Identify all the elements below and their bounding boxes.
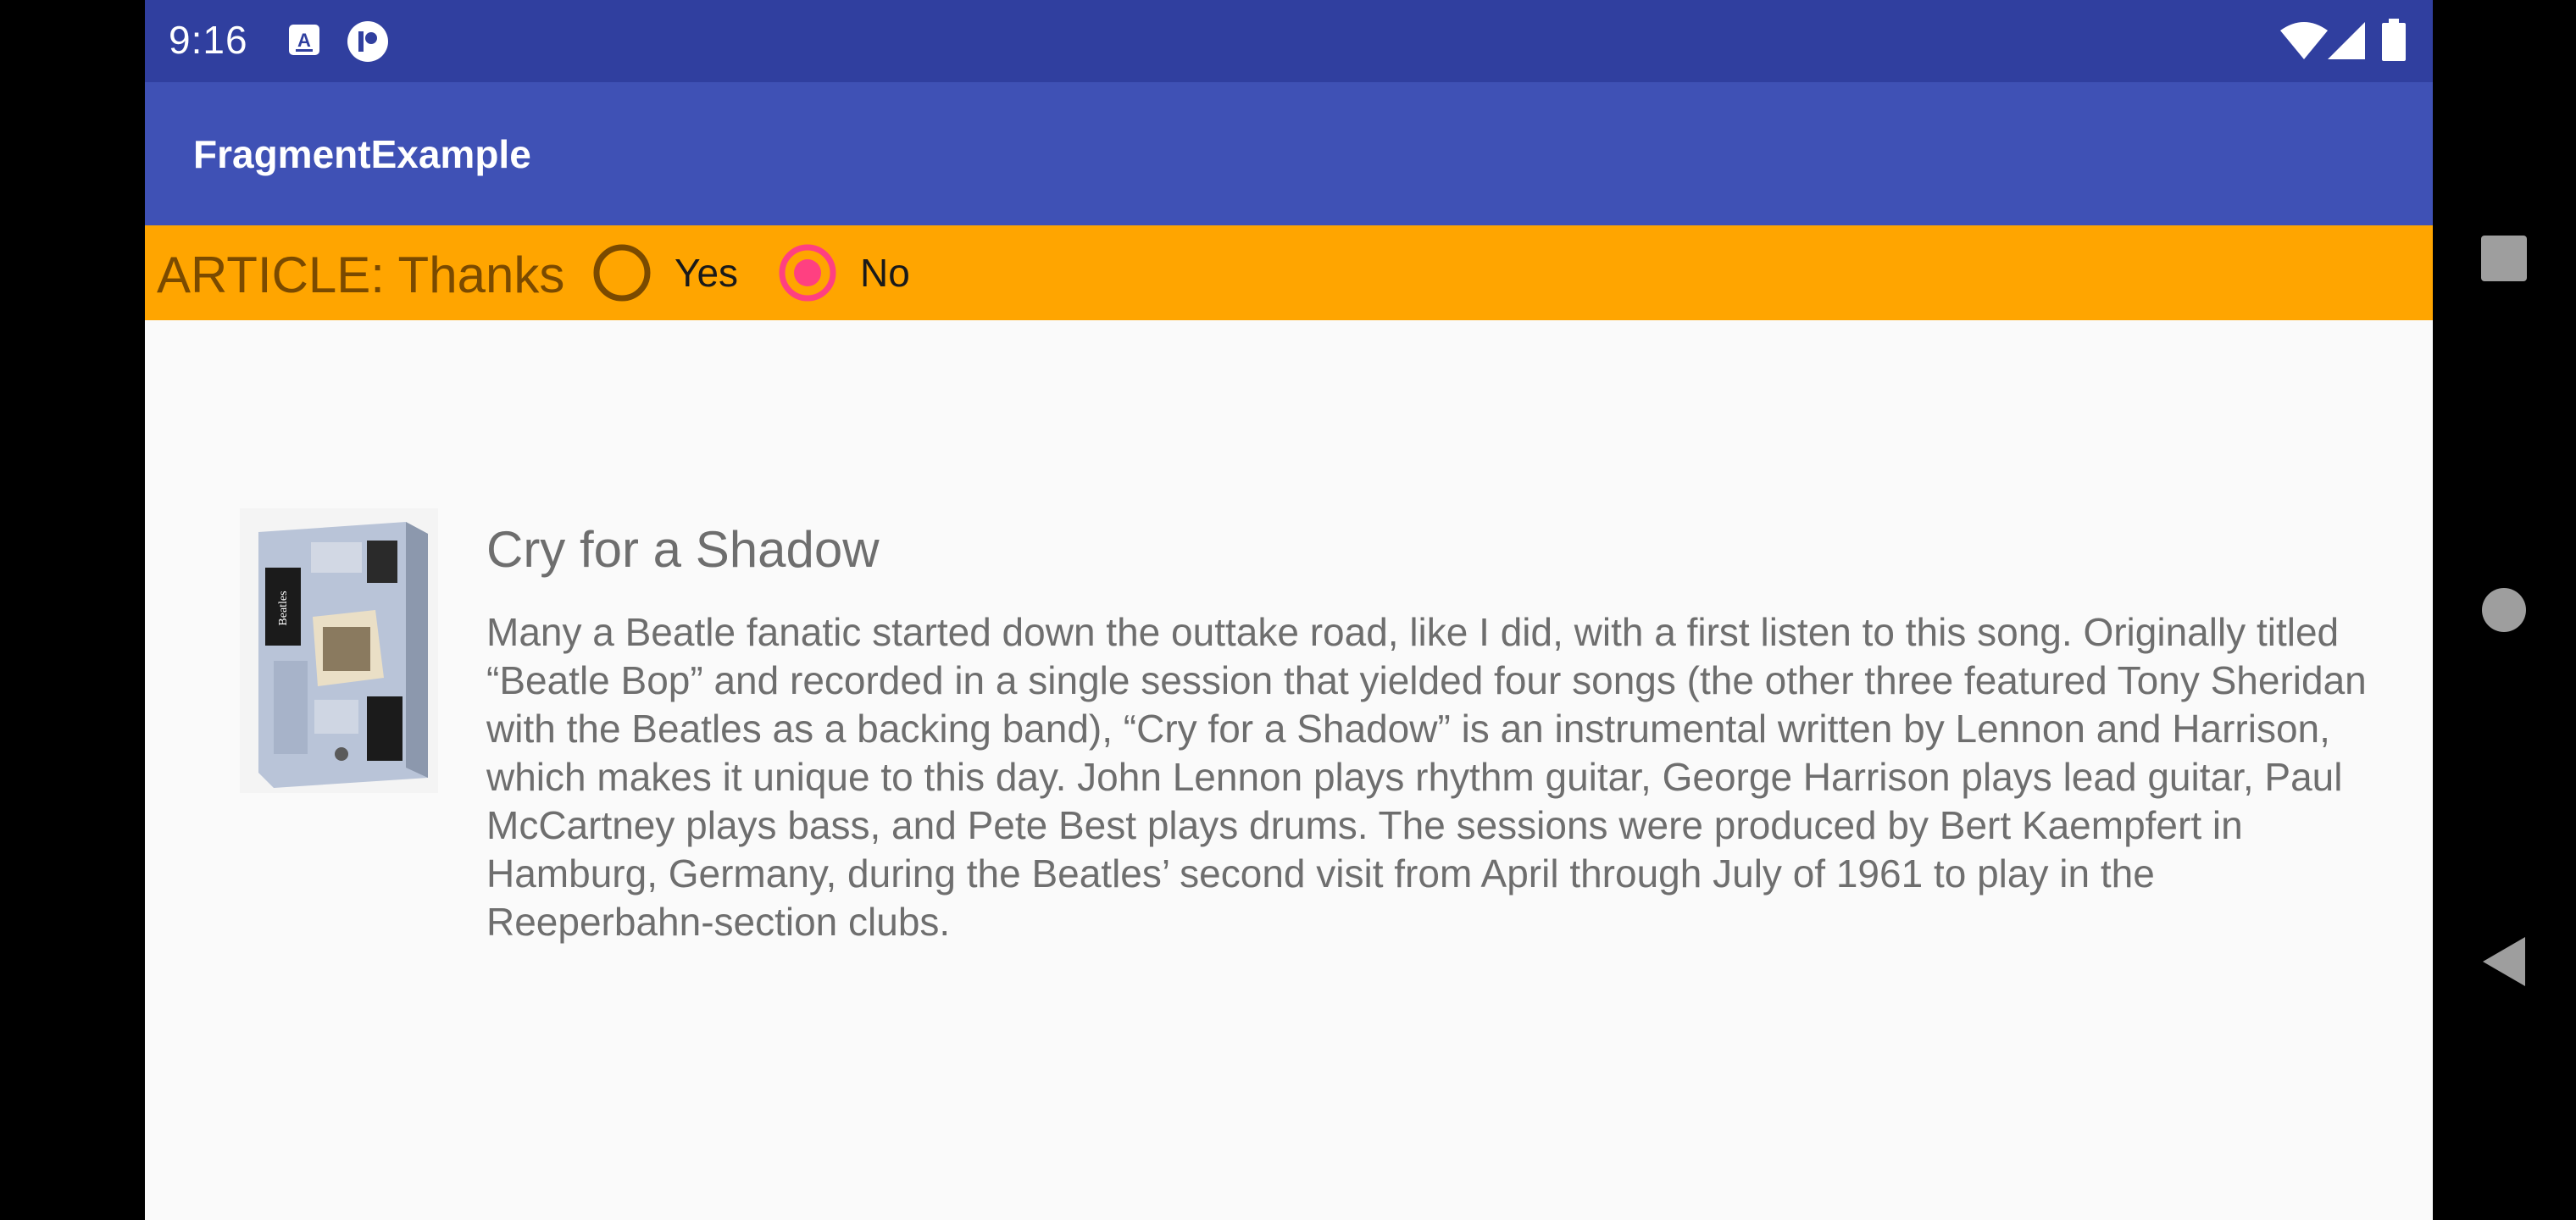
- song-description: Many a Beatle fanatic started down the o…: [486, 610, 2367, 944]
- status-time: 9:16: [169, 18, 248, 62]
- radio-yes-label: Yes: [675, 251, 739, 295]
- status-bar: 9:16 A: [145, 0, 2433, 82]
- svg-text:Beatles: Beatles: [277, 591, 290, 625]
- app-bar: FragmentExample: [145, 82, 2433, 225]
- signal-icon: [2328, 22, 2365, 64]
- radio-checked-icon: [779, 244, 836, 302]
- album-cover-image: Beatles: [240, 508, 438, 793]
- recents-button[interactable]: [2479, 234, 2529, 287]
- back-button[interactable]: [2479, 935, 2529, 992]
- radio-yes[interactable]: Yes: [593, 244, 738, 302]
- app-title: FragmentExample: [193, 132, 531, 176]
- sync-icon: [347, 20, 389, 67]
- content-area: Beatles Cry for a Shadow Many a Beatle f…: [145, 320, 2433, 1220]
- radio-no[interactable]: No: [779, 244, 910, 302]
- navigation-bar: [2433, 0, 2576, 1220]
- keyboard-icon: A: [287, 23, 321, 61]
- radio-no-label: No: [860, 251, 910, 295]
- battery-icon: [2382, 19, 2406, 65]
- home-button[interactable]: [2479, 585, 2529, 639]
- song-title: Cry for a Shadow: [486, 521, 880, 578]
- article-label: ARTICLE: Thanks: [157, 247, 565, 303]
- article-bar: ARTICLE: Thanks Yes No: [145, 225, 2433, 320]
- radio-unchecked-icon: [593, 244, 651, 302]
- phone-screen: 9:16 A FragmentExample ARTICLE: Thanks Y…: [145, 0, 2433, 1220]
- svg-text:A: A: [297, 30, 311, 51]
- wifi-icon: [2280, 22, 2328, 64]
